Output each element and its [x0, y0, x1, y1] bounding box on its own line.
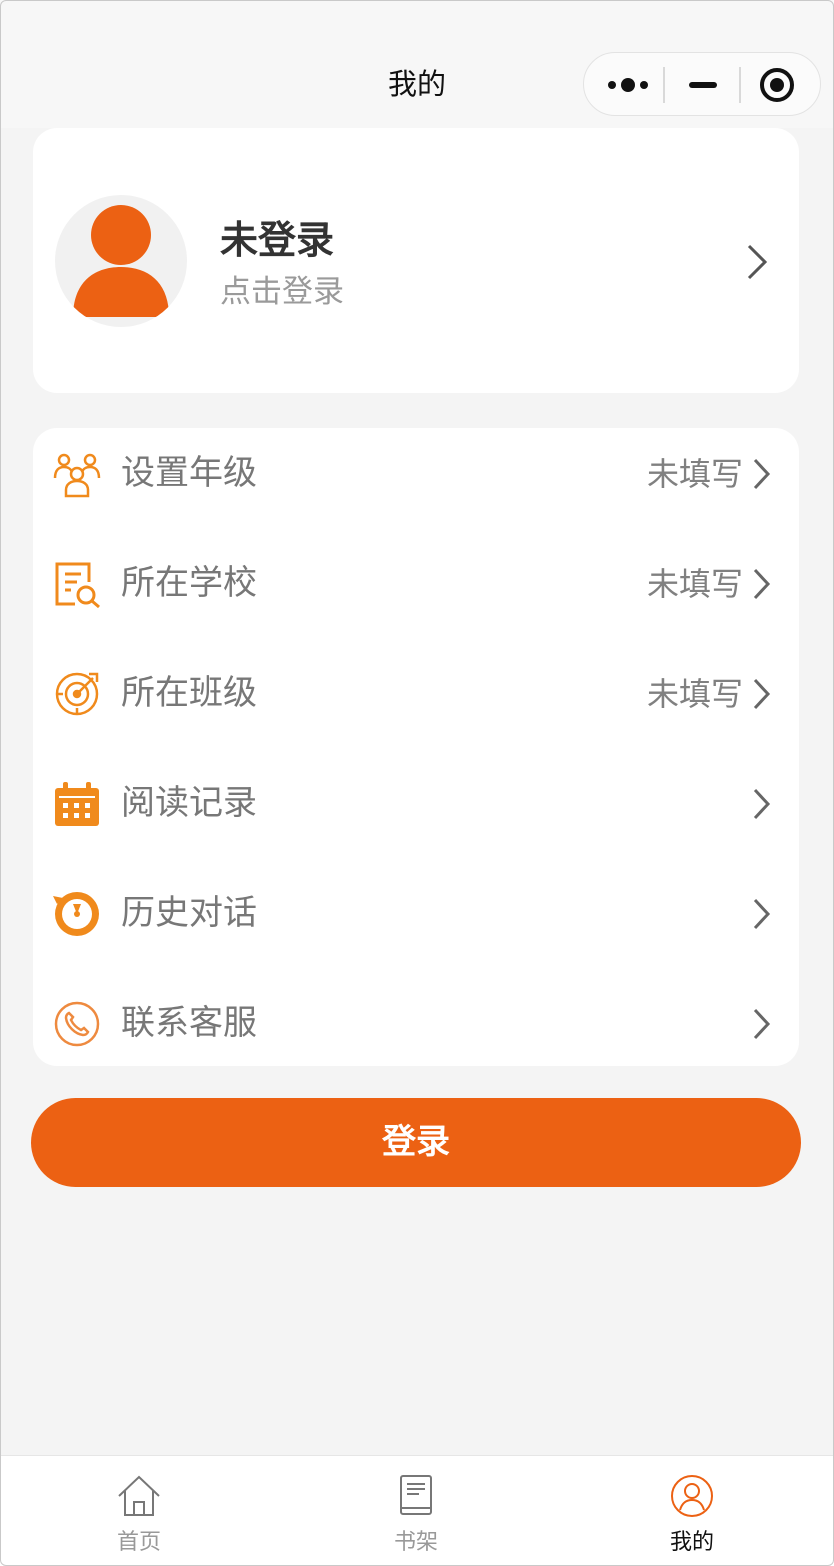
- tab-home[interactable]: 首页: [39, 1456, 239, 1566]
- login-prompt[interactable]: 点击登录: [220, 272, 344, 312]
- capsule-divider: [663, 67, 665, 103]
- target-close-icon[interactable]: [744, 53, 814, 117]
- target-arrow-icon: [53, 670, 101, 718]
- menu-label: 所在班级: [121, 673, 257, 713]
- settings-menu: 设置年级 未填写 所在学校 未填写 所在班级 未填写 阅读记录 历史对话 联系客…: [33, 428, 799, 1066]
- tab-label: 首页: [116, 1530, 161, 1555]
- login-button[interactable]: 登录: [31, 1098, 801, 1187]
- tab-label: 我的: [669, 1530, 714, 1555]
- menu-item-history-chat[interactable]: 历史对话: [33, 868, 799, 978]
- user-name: 未登录: [220, 218, 335, 262]
- tab-bar: 首页 书架 我的: [0, 1455, 834, 1566]
- capsule-divider: [739, 67, 741, 103]
- chevron-right-icon: [749, 566, 773, 606]
- chevron-right-icon: [741, 242, 771, 286]
- calendar-icon: [53, 780, 101, 828]
- menu-item-reading-record[interactable]: 阅读记录: [33, 758, 799, 868]
- tab-label: 书架: [393, 1530, 438, 1555]
- chevron-right-icon: [749, 456, 773, 496]
- user-avatar-icon: [55, 195, 187, 327]
- menu-item-class[interactable]: 所在班级 未填写: [33, 648, 799, 758]
- profile-card[interactable]: 未登录 点击登录: [33, 128, 799, 393]
- home-icon: [117, 1474, 161, 1518]
- menu-label: 阅读记录: [121, 783, 257, 823]
- chevron-right-icon: [749, 786, 773, 826]
- menu-item-school[interactable]: 所在学校 未填写: [33, 538, 799, 648]
- phone-icon: [53, 1000, 101, 1048]
- menu-label: 所在学校: [121, 563, 257, 603]
- tab-bookshelf[interactable]: 书架: [316, 1456, 516, 1566]
- menu-label: 历史对话: [121, 893, 257, 933]
- tab-mine[interactable]: 我的: [592, 1456, 792, 1566]
- menu-label: 设置年级: [121, 453, 257, 493]
- more-dots-icon[interactable]: [594, 53, 664, 117]
- menu-item-grade[interactable]: 设置年级 未填写: [33, 428, 799, 538]
- chevron-right-icon: [749, 676, 773, 716]
- book-icon: [394, 1474, 438, 1518]
- chevron-right-icon: [749, 1006, 773, 1046]
- minimize-icon[interactable]: [668, 53, 738, 117]
- navigation-bar: 我的: [0, 0, 834, 128]
- mini-program-capsule: [583, 52, 821, 116]
- document-search-icon: [53, 560, 101, 609]
- menu-value: 未填写: [646, 455, 743, 493]
- menu-label: 联系客服: [121, 1003, 257, 1043]
- history-clock-icon: [53, 890, 101, 938]
- chevron-right-icon: [749, 896, 773, 936]
- user-circle-icon: [670, 1474, 714, 1518]
- menu-value: 未填写: [646, 565, 743, 603]
- menu-value: 未填写: [646, 675, 743, 713]
- menu-item-customer-service[interactable]: 联系客服: [33, 978, 799, 1088]
- group-people-icon: [53, 450, 101, 498]
